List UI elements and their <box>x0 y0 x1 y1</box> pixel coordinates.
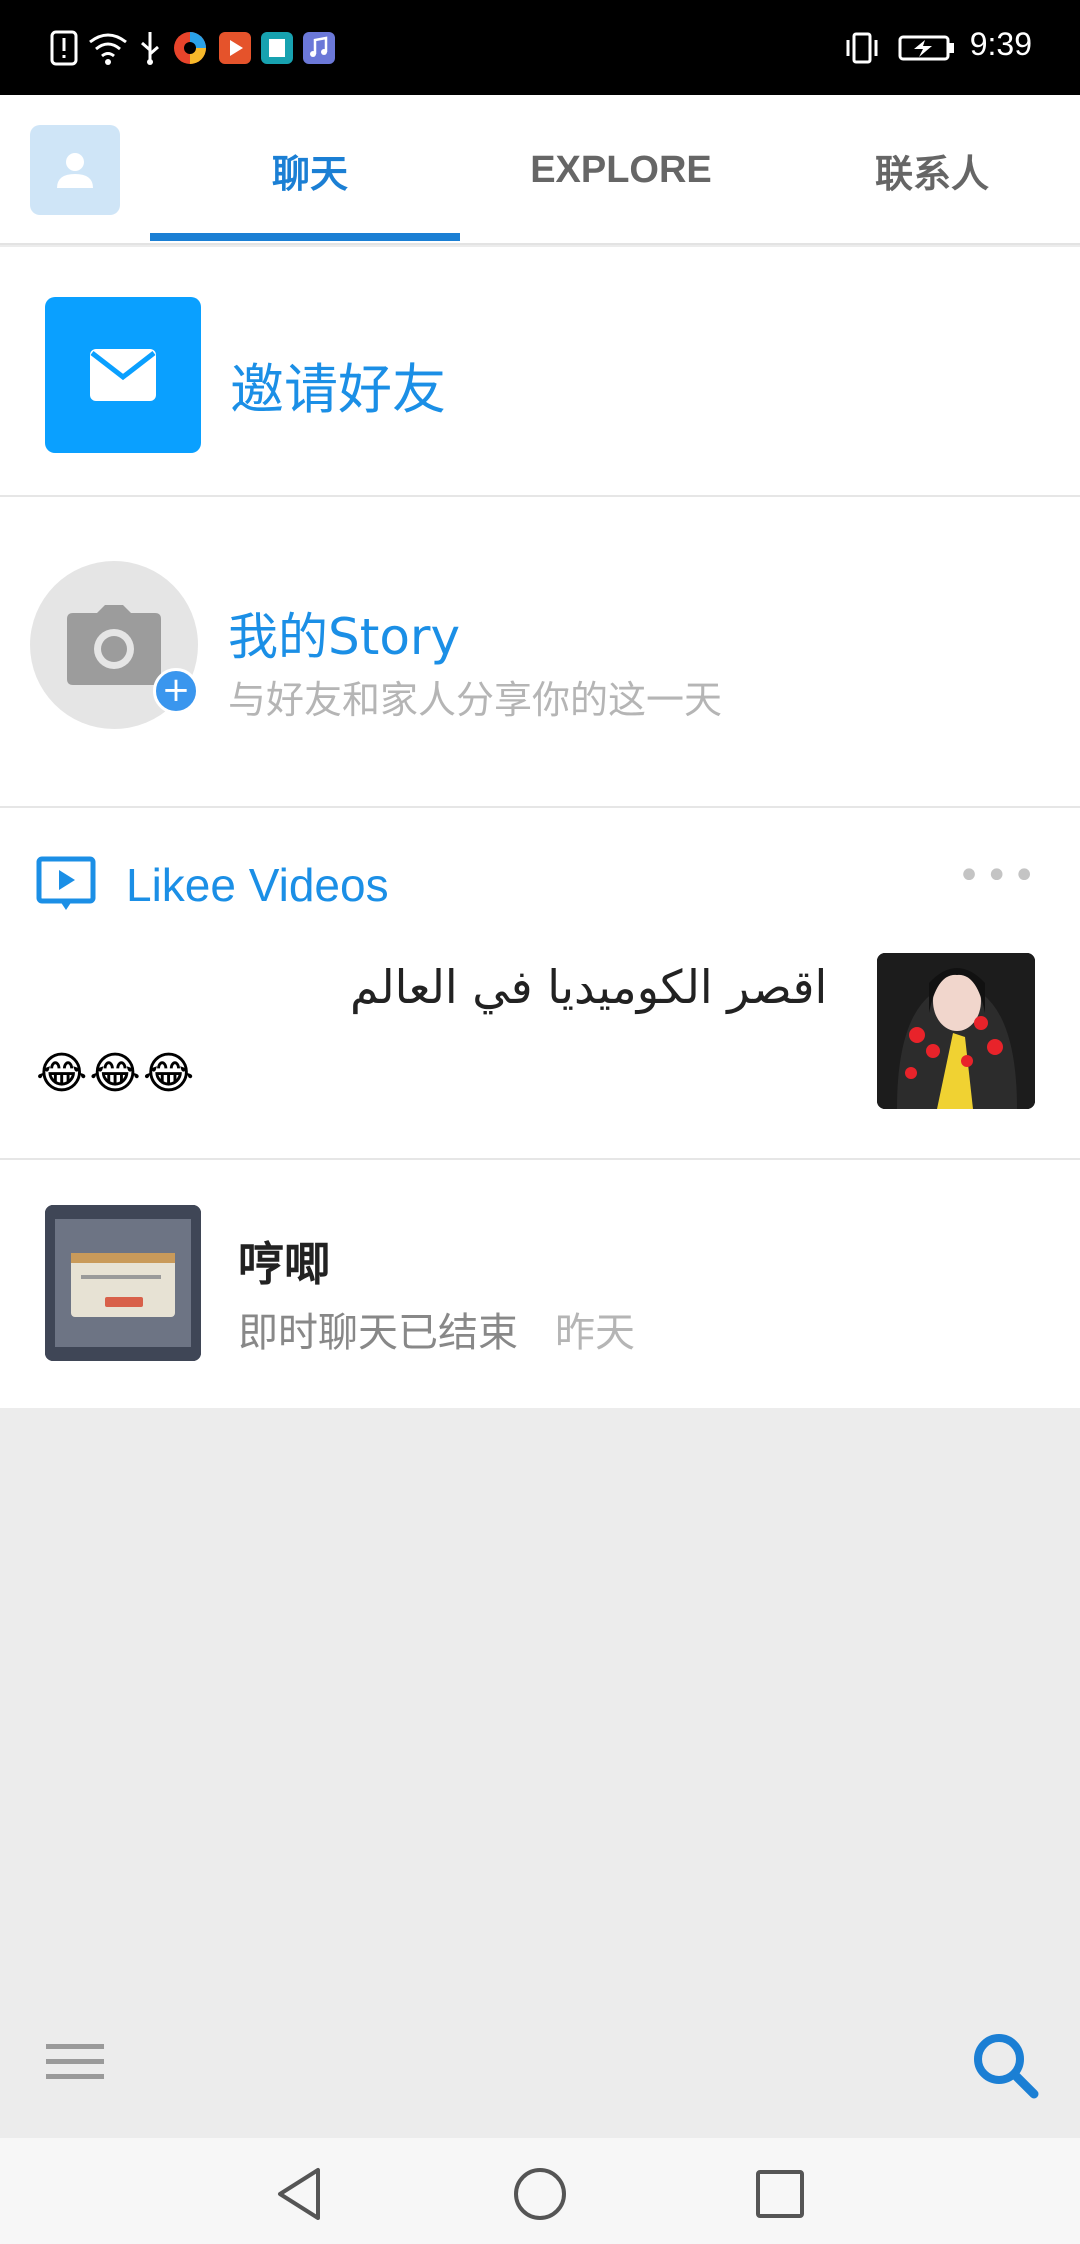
tab-contacts[interactable]: 联系人 <box>777 95 1080 245</box>
invite-friends-label: 邀请好友 <box>230 358 446 421</box>
envelope-icon <box>45 297 201 453</box>
alert-icon <box>50 30 78 66</box>
chat-last-message: 即时聊天已结束 <box>238 1310 518 1356</box>
active-tab-indicator <box>150 233 460 241</box>
clock: 9:39 <box>969 26 1032 62</box>
video-caption-emoji: 😂😂😂 <box>36 1048 197 1099</box>
chat-timestamp: 昨天 <box>555 1310 635 1356</box>
story-subtitle: 与好友和家人分享你的这一天 <box>228 678 723 722</box>
likee-videos-row[interactable]: Likee Videos ••• اقصر الكوميديا في العال… <box>0 808 1080 1158</box>
search-icon[interactable] <box>970 2030 1040 2100</box>
vibrate-icon <box>846 32 878 64</box>
app-icon-video <box>219 32 251 64</box>
camera-icon <box>67 605 161 685</box>
system-navigation-bar <box>0 2138 1080 2244</box>
recents-icon[interactable] <box>750 2164 810 2224</box>
video-thumbnail[interactable] <box>877 953 1035 1109</box>
add-story-icon[interactable]: + <box>153 668 199 714</box>
app-icon-music <box>303 32 335 64</box>
chat-list-item[interactable]: 哼唧 即时聊天已结束 昨天 <box>0 1160 1080 1408</box>
invite-friends-row[interactable]: 邀请好友 <box>0 247 1080 495</box>
battery-charging-icon <box>898 35 954 61</box>
chat-avatar <box>45 1205 201 1361</box>
more-options-icon[interactable]: ••• <box>957 856 1040 896</box>
status-bar: 9:39 <box>0 0 1080 95</box>
menu-icon[interactable] <box>46 2040 104 2084</box>
usb-icon <box>141 32 159 65</box>
likee-videos-title: Likee Videos <box>126 859 389 911</box>
video-play-icon <box>36 856 96 910</box>
tab-explore[interactable]: EXPLORE <box>466 95 776 245</box>
app-icon-browser <box>174 32 206 64</box>
app-icon-reader <box>261 32 293 64</box>
tab-chats[interactable]: 聊天 <box>155 95 465 245</box>
chat-name: 哼唧 <box>238 1237 330 1291</box>
wifi-icon <box>89 33 127 65</box>
app-screen: 9:39 聊天 EXPLORE 联系人 邀请好友 + 我的Story 与好友和家… <box>0 0 1080 2244</box>
home-icon[interactable] <box>510 2164 570 2224</box>
profile-avatar-button[interactable] <box>30 125 120 215</box>
video-caption: اقصر الكوميديا في العالم <box>350 960 828 1014</box>
tab-header: 聊天 EXPLORE 联系人 <box>0 95 1080 245</box>
user-icon <box>57 153 93 188</box>
my-story-row[interactable]: + 我的Story 与好友和家人分享你的这一天 <box>0 497 1080 806</box>
story-title: 我的Story <box>228 608 461 666</box>
back-icon[interactable] <box>270 2164 330 2224</box>
